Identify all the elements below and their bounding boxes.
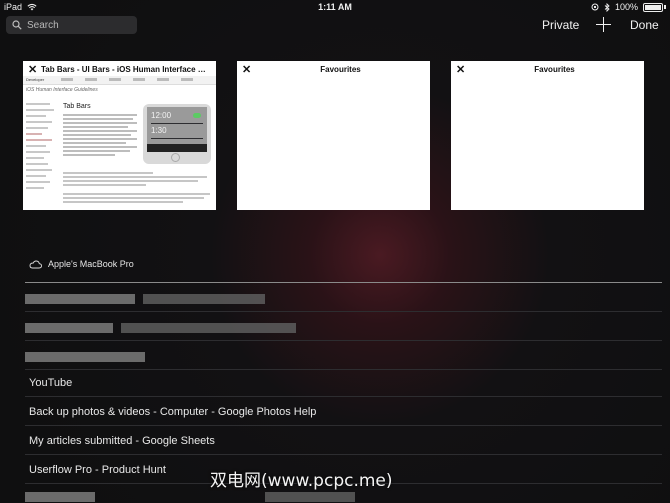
cloud-tab-item-youtube[interactable]: YouTube bbox=[25, 368, 662, 397]
rotation-lock-icon bbox=[591, 3, 599, 11]
search-placeholder: Search bbox=[27, 19, 59, 31]
thumbnail-nav-bar: Developer bbox=[23, 76, 216, 85]
device-name: Apple's MacBook Pro bbox=[48, 259, 134, 269]
search-field[interactable]: Search bbox=[6, 16, 137, 34]
thumbnail-time-1: 12:00 bbox=[151, 111, 172, 120]
thumbnail-subtitle: iOS Human Interface Guidelines bbox=[26, 87, 98, 93]
done-button[interactable]: Done bbox=[630, 18, 659, 32]
page-thumbnail: Developer iOS Human Interface Guidelines… bbox=[23, 76, 216, 210]
cloud-tab-item-google-photos-help[interactable]: Back up photos & videos - Computer - Goo… bbox=[25, 397, 662, 426]
clock: 1:11 AM bbox=[318, 2, 352, 12]
redacted-title bbox=[25, 492, 95, 502]
redacted-title bbox=[265, 492, 355, 502]
thumbnail-body-text-2 bbox=[63, 172, 213, 205]
close-tab-icon[interactable]: ✕ bbox=[242, 64, 251, 76]
cloud-tab-item[interactable] bbox=[25, 341, 662, 370]
private-button[interactable]: Private bbox=[542, 18, 579, 32]
redacted-title bbox=[25, 323, 113, 333]
tab-card-favourites-1[interactable]: ✕ Favourites bbox=[237, 61, 430, 210]
redacted-title bbox=[143, 294, 265, 304]
icloud-icon bbox=[29, 260, 42, 268]
thumbnail-brand: Developer bbox=[26, 77, 45, 82]
thumbnail-time-2: 1:30 bbox=[151, 126, 167, 135]
cloud-tab-item-google-sheets[interactable]: My articles submitted - Google Sheets bbox=[25, 426, 662, 455]
tab-card-favourites-2[interactable]: ✕ Favourites bbox=[451, 61, 644, 210]
cloud-tabs-device-header: Apple's MacBook Pro bbox=[29, 259, 134, 269]
tab-title: Favourites bbox=[320, 65, 361, 74]
status-bar: iPad 1:11 AM 100% bbox=[0, 0, 670, 14]
thumbnail-body-text bbox=[63, 114, 137, 158]
redacted-title bbox=[121, 323, 296, 333]
close-tab-icon[interactable]: ✕ bbox=[456, 64, 465, 76]
cloud-tab-item[interactable] bbox=[25, 312, 662, 341]
redacted-title bbox=[25, 352, 145, 362]
tab-card-tab-bars[interactable]: ✕ Tab Bars - UI Bars - iOS Human Interfa… bbox=[23, 61, 216, 210]
bluetooth-icon bbox=[604, 2, 610, 12]
cloud-tab-item[interactable] bbox=[25, 283, 662, 312]
close-tab-icon[interactable]: ✕ bbox=[28, 64, 37, 76]
battery-percent: 100% bbox=[614, 2, 638, 12]
redacted-title bbox=[25, 294, 135, 304]
watermark: 双电网(www.pcpc.me) bbox=[210, 471, 393, 491]
thumbnail-toggle bbox=[193, 113, 201, 118]
search-icon bbox=[12, 20, 22, 30]
new-tab-plus-icon[interactable] bbox=[596, 17, 611, 32]
tab-title: Favourites bbox=[534, 65, 575, 74]
tab-title: Tab Bars - UI Bars - iOS Human Interface… bbox=[41, 65, 212, 74]
thumbnail-ipad-illustration: 12:00 1:30 bbox=[143, 104, 211, 164]
battery-tip bbox=[664, 5, 666, 9]
battery-icon bbox=[643, 2, 663, 12]
thumbnail-sidebar bbox=[26, 103, 56, 193]
thumbnail-heading: Tab Bars bbox=[63, 103, 91, 110]
